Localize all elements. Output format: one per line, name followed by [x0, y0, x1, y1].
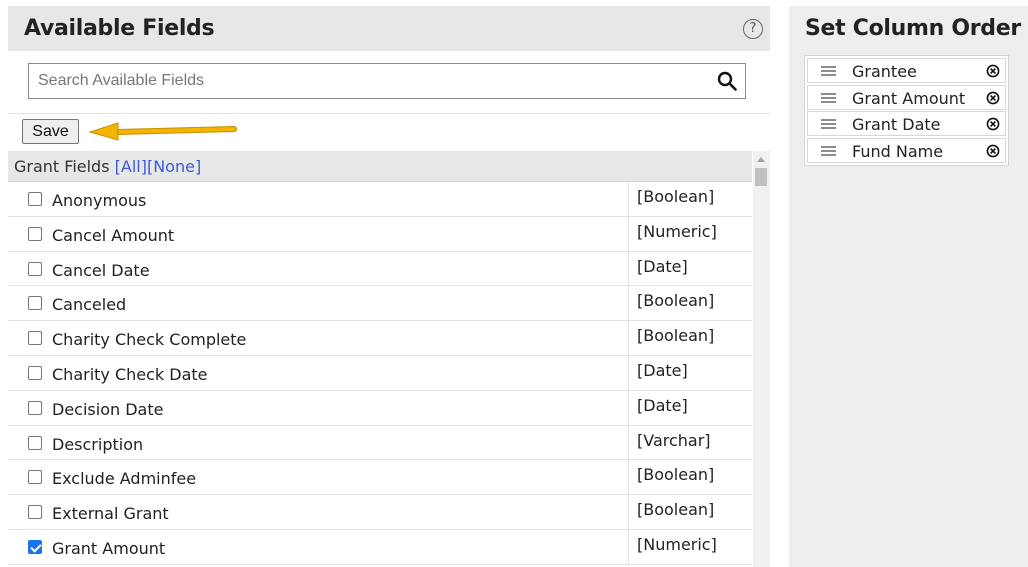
field-row-cancel-date: Cancel Date [Date]	[8, 251, 752, 287]
remove-circle-icon[interactable]	[986, 91, 1000, 105]
column-order-item-grantee[interactable]: Grantee	[807, 58, 1006, 83]
field-checkbox[interactable]	[28, 365, 42, 380]
field-type: [Date]	[637, 256, 688, 276]
column-order-list: Grantee Grant Amount Grant Date Fund Nam…	[804, 55, 1009, 166]
field-row-grant-amount: Grant Amount [Numeric]	[8, 529, 752, 565]
field-row-canceled: Canceled [Boolean]	[8, 286, 752, 322]
drag-handle-icon[interactable]	[821, 66, 836, 77]
field-type-cell: [Varchar]	[628, 425, 752, 460]
scroll-up-arrow-icon[interactable]	[757, 157, 765, 162]
field-type-cell: [Boolean]	[628, 460, 752, 495]
field-checkbox[interactable]	[28, 331, 42, 346]
field-checkbox[interactable]	[28, 192, 42, 206]
field-type: [Boolean]	[637, 326, 715, 346]
drag-handle-icon[interactable]	[821, 119, 836, 130]
search-box	[28, 63, 746, 99]
search-area	[8, 51, 770, 113]
drag-handle-icon[interactable]	[821, 145, 836, 157]
field-type: [Date]	[637, 395, 688, 415]
help-icon[interactable]: ?	[743, 19, 763, 39]
search-input[interactable]	[30, 65, 710, 97]
field-checkbox[interactable]	[28, 400, 42, 415]
column-order-panel: Set Column Order Grantee Grant Amount Gr…	[789, 6, 1028, 567]
field-type-cell: [Numeric]	[628, 529, 752, 564]
field-name: Charity Check Complete	[52, 330, 247, 350]
group-label: Grant Fields	[14, 157, 110, 176]
field-row-exclude-adminfee: Exclude Adminfee [Boolean]	[8, 460, 752, 496]
remove-circle-icon[interactable]	[986, 144, 1000, 158]
field-checkbox[interactable]	[28, 435, 42, 450]
select-all-link[interactable]: [All]	[115, 157, 147, 176]
field-checkbox[interactable]	[28, 226, 42, 241]
grant-fields-group-header: Grant Fields [All][None]	[8, 151, 752, 182]
field-type: [Boolean]	[637, 465, 715, 485]
field-checkbox[interactable]	[28, 505, 42, 520]
field-type-cell: [Date]	[628, 355, 752, 390]
field-checkbox[interactable]	[28, 296, 42, 311]
field-row-charity-check-date: Charity Check Date [Date]	[8, 355, 752, 391]
field-checkbox[interactable]	[28, 261, 42, 276]
field-row-anonymous: Anonymous [Boolean]	[8, 182, 752, 217]
field-name: Description	[52, 434, 144, 454]
field-type: [Boolean]	[637, 291, 715, 311]
field-name: Cancel Date	[52, 260, 150, 280]
field-name: External Grant	[52, 504, 169, 524]
field-name: Grant Amount	[52, 538, 166, 558]
select-none-link[interactable]: [None]	[147, 157, 201, 176]
field-type-cell: [Boolean]	[628, 321, 752, 355]
field-type-cell: [Date]	[628, 390, 752, 425]
column-order-label: Grantee	[852, 62, 917, 81]
field-type-cell: [Date]	[628, 251, 752, 286]
column-order-item-grant-amount[interactable]: Grant Amount	[807, 84, 1006, 110]
arrow-left-icon	[88, 122, 237, 141]
field-row-decision-date: Decision Date [Date]	[8, 390, 752, 426]
field-row-external-grant: External Grant [Boolean]	[8, 495, 752, 530]
available-fields-header: Available Fields ?	[8, 6, 770, 51]
save-button[interactable]: Save	[22, 119, 79, 144]
remove-circle-icon[interactable]	[986, 117, 1000, 131]
field-type-cell: [Boolean]	[628, 182, 752, 216]
field-type: [Numeric]	[637, 221, 717, 241]
column-order-title: Set Column Order	[805, 16, 1021, 41]
field-checkbox-checked[interactable]	[28, 539, 42, 554]
available-fields-title: Available Fields	[24, 16, 215, 41]
available-fields-panel: Available Fields ? Save Grant Fields [Al…	[8, 6, 770, 567]
search-icon[interactable]	[717, 71, 737, 91]
field-name: Charity Check Date	[52, 364, 208, 384]
field-row-description: Description [Varchar]	[8, 425, 752, 461]
column-order-item-fund-name[interactable]: Fund Name	[807, 137, 1006, 163]
field-checkbox[interactable]	[28, 470, 42, 485]
column-order-label: Grant Date	[852, 115, 941, 134]
field-row-charity-check-complete: Charity Check Complete [Boolean]	[8, 321, 752, 356]
drag-handle-icon[interactable]	[821, 92, 836, 104]
column-order-label: Fund Name	[852, 141, 944, 161]
field-type: [Numeric]	[637, 534, 717, 554]
field-name: Decision Date	[52, 399, 164, 419]
field-type-cell: [Boolean]	[628, 495, 752, 529]
field-type: [Boolean]	[637, 500, 715, 520]
column-order-item-grant-date[interactable]: Grant Date	[807, 111, 1006, 136]
field-name: Exclude Adminfee	[52, 469, 197, 489]
fields-scrollbar[interactable]	[753, 151, 770, 567]
field-type: [Date]	[637, 360, 688, 380]
field-name: Cancel Amount	[52, 225, 175, 245]
scroll-thumb[interactable]	[755, 168, 767, 186]
field-type: [Boolean]	[637, 187, 715, 206]
remove-circle-icon[interactable]	[986, 64, 1000, 78]
field-name: Anonymous	[52, 191, 147, 210]
column-order-label: Grant Amount	[852, 88, 966, 108]
fields-list: Anonymous [Boolean] Cancel Amount [Numer…	[8, 182, 752, 565]
field-type: [Varchar]	[637, 430, 711, 450]
save-row: Save	[8, 113, 770, 151]
field-type-cell: [Numeric]	[628, 216, 752, 251]
field-name: Canceled	[52, 295, 127, 315]
field-type-cell: [Boolean]	[628, 286, 752, 321]
field-row-cancel-amount: Cancel Amount [Numeric]	[8, 216, 752, 252]
